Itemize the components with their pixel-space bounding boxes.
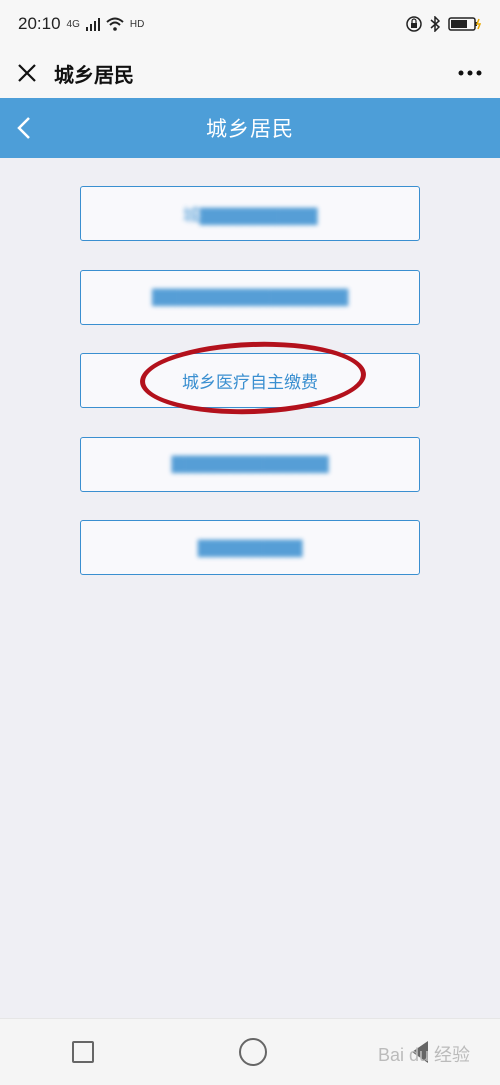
menu-item-label: ▇▇▇▇▇▇▇▇▇▇▇▇▇▇▇ [151, 287, 349, 307]
battery-icon [448, 17, 482, 31]
recent-apps-button[interactable] [72, 1041, 95, 1063]
menu-item-label: 城乡医疗自主缴费 [182, 373, 318, 393]
bluetooth-icon [430, 16, 440, 32]
close-button[interactable] [12, 58, 42, 88]
system-nav-bar: Bai du 经验 [0, 1018, 500, 1085]
menu-item-label: 城▇▇▇▇▇▇▇▇▇ [182, 206, 318, 226]
more-icon [458, 70, 482, 76]
status-bar: 20:10 4G HD [0, 0, 500, 48]
signal-icon [85, 18, 100, 31]
page-header: 城乡居民 [0, 98, 500, 158]
menu-item-label: ▇▇▇▇▇▇▇▇ [197, 537, 303, 558]
network-type: 4G [66, 18, 80, 30]
chevron-left-icon [17, 117, 30, 139]
home-button[interactable] [238, 1038, 267, 1066]
menu-item-4[interactable]: ▇▇▇▇▇▇▇▇▇▇▇▇ [80, 436, 420, 492]
menu-item-2[interactable]: ▇▇▇▇▇▇▇▇▇▇▇▇▇▇▇ [80, 269, 420, 325]
menu-list: 城▇▇▇▇▇▇▇▇▇ ▇▇▇▇▇▇▇▇▇▇▇▇▇▇▇ 城乡医疗自主缴费 ▇▇▇▇… [80, 186, 420, 604]
app-header: 城乡居民 [0, 48, 500, 98]
menu-item-1[interactable]: 城▇▇▇▇▇▇▇▇▇ [80, 186, 420, 241]
close-icon [18, 64, 36, 82]
app-title: 城乡居民 [54, 62, 134, 87]
watermark: Bai du 经验 [377, 1045, 470, 1065]
hd-badge: HD [129, 18, 145, 30]
more-button[interactable] [452, 58, 488, 88]
back-button[interactable] [8, 112, 40, 144]
menu-item-5[interactable]: ▇▇▇▇▇▇▇▇ [80, 520, 420, 575]
menu-item-label: ▇▇▇▇▇▇▇▇▇▇▇▇ [171, 454, 329, 474]
page-title: 城乡居民 [206, 117, 294, 141]
clock: 20:10 [18, 14, 61, 33]
wifi-icon [106, 17, 124, 31]
lock-icon [406, 16, 422, 32]
menu-item-self-payment[interactable]: 城乡医疗自主缴费 [80, 353, 420, 408]
